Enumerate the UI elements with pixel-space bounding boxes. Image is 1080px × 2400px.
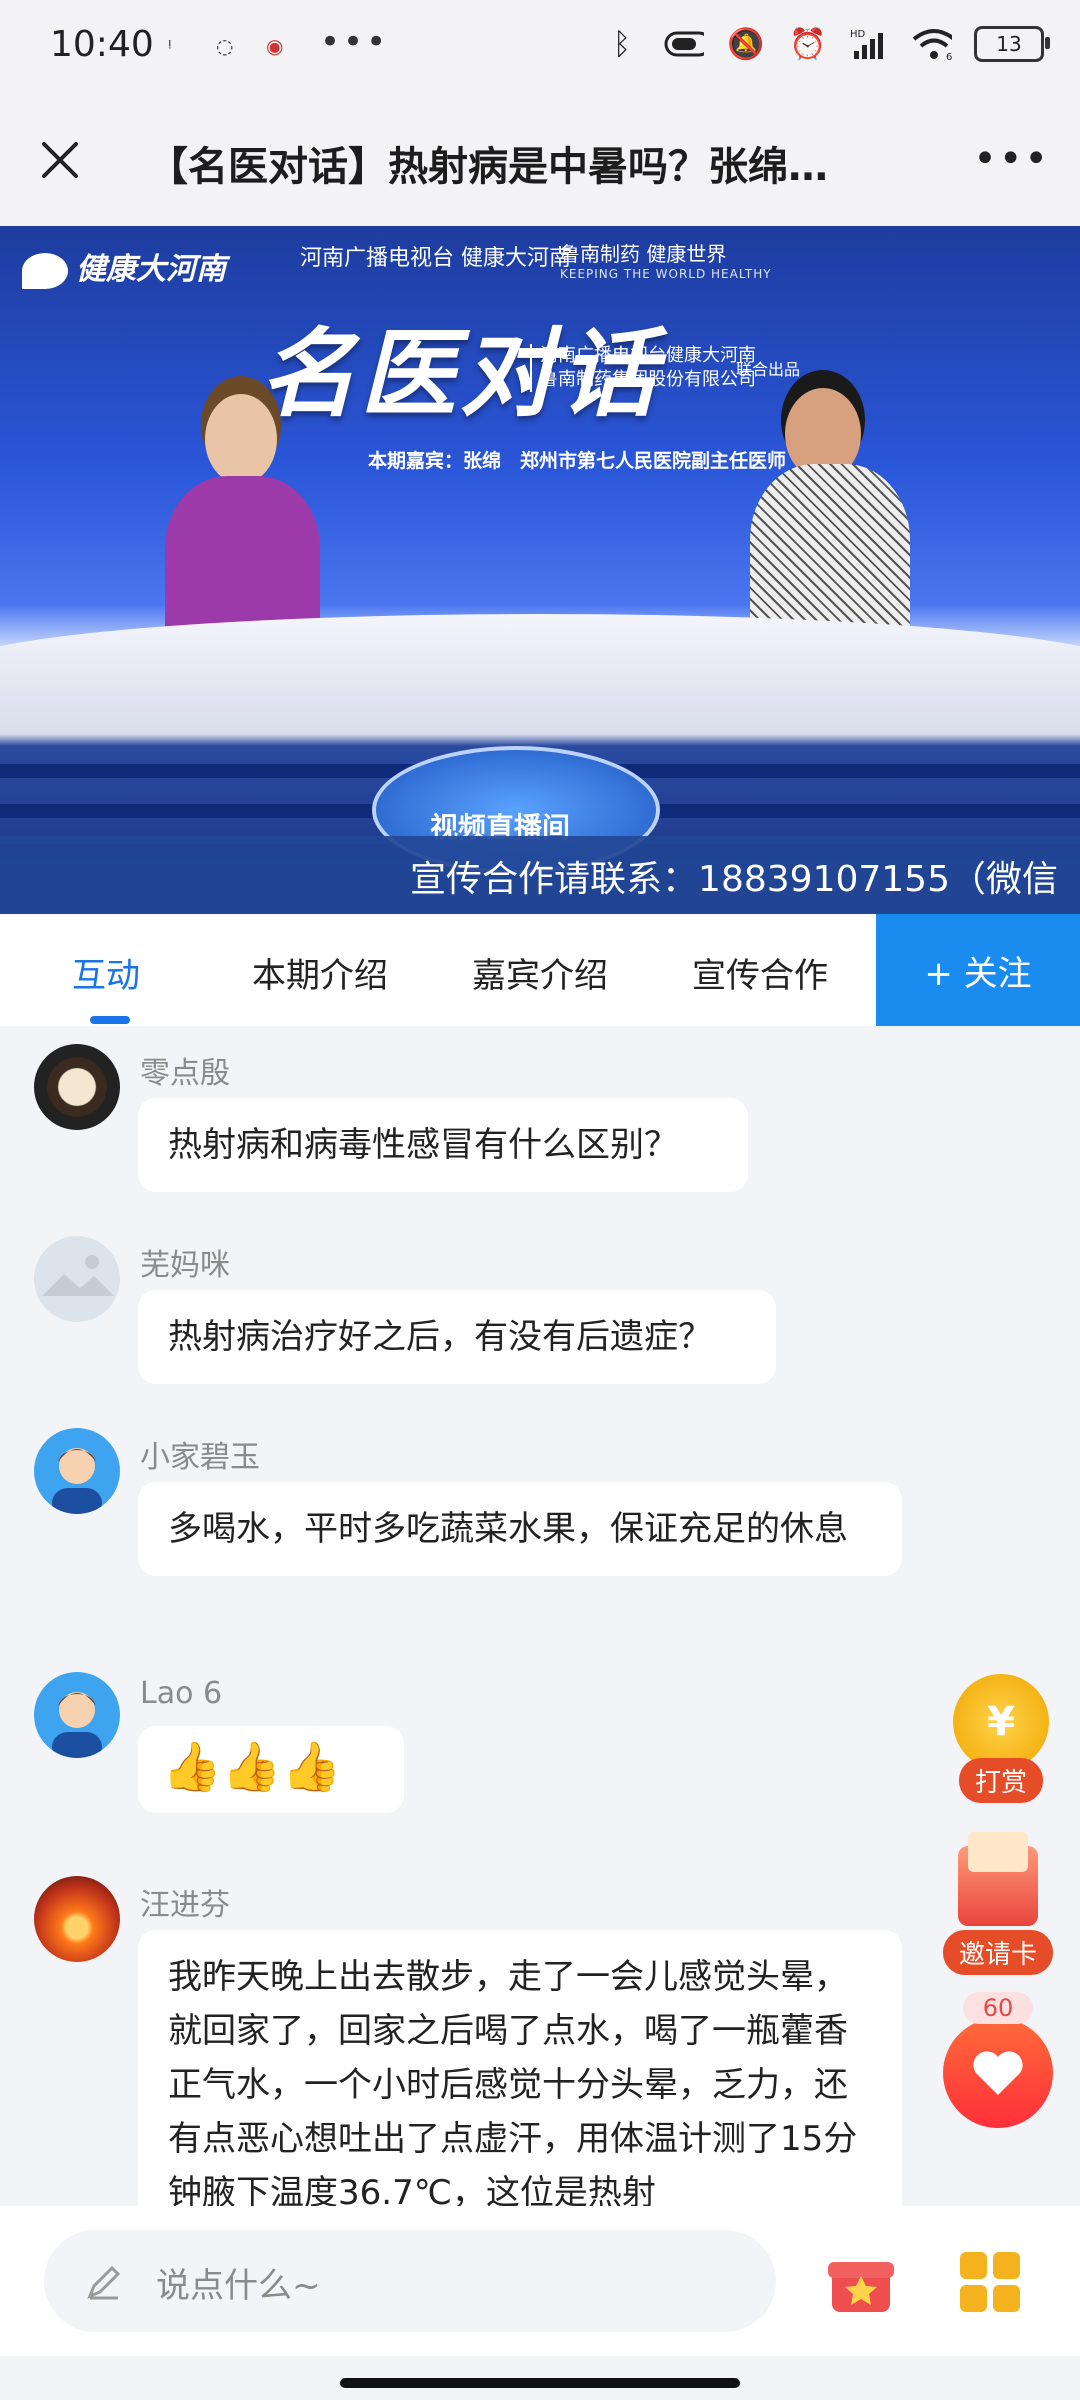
more-notifications-icon: •••: [320, 22, 390, 62]
default-avatar-icon: [42, 1255, 114, 1296]
tab-interaction[interactable]: 互动: [72, 948, 140, 997]
coin-icon: ¥: [953, 1674, 1049, 1770]
tab-promotion[interactable]: 宣传合作: [692, 948, 828, 997]
close-icon: [42, 142, 78, 178]
avatar[interactable]: [34, 1044, 120, 1130]
signal-icon: HD: [850, 24, 890, 64]
gift-button[interactable]: [826, 2248, 896, 2316]
grid-icon-cell: [960, 2252, 987, 2279]
username: 芜妈咪: [140, 1248, 230, 1283]
heart-icon: [973, 2051, 1023, 2095]
tab-active-indicator: [90, 1016, 130, 1024]
sync-icon: ◌: [216, 34, 234, 58]
avatar[interactable]: [34, 1428, 120, 1514]
gift-icon: [828, 2262, 894, 2312]
producers-text: 河南广播电视台健康大河南 鲁南制药集团股份有限公司: [530, 344, 756, 392]
invite-label: 邀请卡: [942, 1930, 1053, 1975]
message-bubble: 热射病和病毒性感冒有什么区别？: [138, 1098, 748, 1192]
notification-icon: ᵎ: [168, 34, 172, 58]
video-ticker: 宣传合作请联系：18839107155（微信: [0, 836, 1080, 914]
username: 汪进芬: [140, 1888, 230, 1923]
envelope-icon: [958, 1832, 1038, 1926]
grid-icon-cell: [960, 2285, 987, 2312]
status-bar: 10:40 ᵎ ◌ ◉ ••• ᛒ 🔕 ⏰ HD 6 13: [0, 0, 1080, 98]
wifi-icon: 6: [912, 24, 952, 64]
grid-icon-cell: [993, 2252, 1020, 2279]
tab-bar: 互动 本期介绍 嘉宾介绍 宣传合作 + 关注: [0, 914, 1080, 1026]
close-button[interactable]: [28, 128, 92, 192]
username: 小家碧玉: [140, 1440, 260, 1475]
comment-input[interactable]: 说点什么~: [44, 2230, 776, 2332]
tab-episode-intro[interactable]: 本期介绍: [252, 948, 388, 997]
guest-caption: 本期嘉宾：张绵 郑州市第七人民医院副主任医师: [368, 450, 787, 472]
comment-placeholder: 说点什么~: [156, 2266, 321, 2306]
user-avatar-icon: [52, 1692, 102, 1758]
logo-henan-broadcast: 河南广播电视台 健康大河南: [300, 246, 571, 271]
alarm-icon: ⏰: [789, 26, 827, 62]
username: Lao 6: [140, 1676, 223, 1711]
status-time: 10:40: [50, 24, 154, 65]
app-notification-icon: ◉: [266, 34, 284, 58]
avatar[interactable]: [34, 1236, 120, 1322]
like-button[interactable]: 60: [940, 1992, 1056, 2128]
message-bubble: 👍👍👍: [138, 1726, 404, 1813]
reward-label: 打赏: [958, 1758, 1043, 1803]
logo-jiankang-dahenan: 健康大河南: [22, 244, 226, 289]
reward-button[interactable]: ¥ 打赏: [946, 1674, 1056, 1803]
avatar[interactable]: [34, 1672, 120, 1758]
tab-guest-intro[interactable]: 嘉宾介绍: [472, 948, 608, 997]
logo-lunan-pharma: 鲁南制药 健康世界 KEEPING THE WORLD HEALTHY: [560, 242, 772, 281]
ticker-text: 宣传合作请联系：18839107155（微信: [410, 859, 1058, 900]
username: 零点殷: [140, 1056, 230, 1091]
more-features-button[interactable]: [960, 2252, 1020, 2312]
svg-text:6: 6: [946, 52, 952, 61]
input-bar: 说点什么~: [0, 2206, 1080, 2356]
follow-button[interactable]: + 关注: [876, 914, 1080, 1026]
producers-tag: 联合出品: [736, 360, 801, 379]
page-title: 【名医对话】热射病是中暑吗？张绵…: [148, 144, 828, 190]
toggle-icon: [664, 24, 704, 64]
thumbs-up-emoji: 👍👍👍: [162, 1739, 342, 1795]
more-options-button[interactable]: •••: [973, 136, 1050, 182]
edit-icon: [87, 2265, 121, 2300]
message-bubble: 我昨天晚上出去散步，走了一会儿感觉头晕，就回家了，回家之后喝了点水，喝了一瓶藿香…: [138, 1930, 902, 2206]
message-bubble: 多喝水，平时多吃蔬菜水果，保证充足的休息: [138, 1482, 902, 1576]
top-nav: 【名医对话】热射病是中暑吗？张绵… •••: [0, 98, 1080, 226]
chat-list[interactable]: 零点殷 热射病和病毒性感冒有什么区别？ 芜妈咪 热射病治疗好之后，有没有后遗症？…: [0, 1026, 1080, 2206]
home-indicator: [340, 2378, 740, 2388]
svg-text:HD: HD: [850, 29, 866, 40]
host-figure-head: [205, 394, 277, 484]
grid-icon-cell: [993, 2285, 1020, 2312]
user-avatar-icon: [52, 1448, 102, 1514]
invite-card-button[interactable]: 邀请卡: [940, 1832, 1056, 1975]
like-count: 60: [962, 1992, 1034, 2024]
message-bubble: 热射病治疗好之后，有没有后遗症？: [138, 1290, 776, 1384]
battery-indicator: 13: [974, 26, 1050, 62]
bluetooth-icon: ᛒ: [613, 26, 631, 62]
avatar[interactable]: [34, 1876, 120, 1962]
video-player[interactable]: 健康大河南 河南广播电视台 健康大河南 鲁南制药 健康世界 KEEPING THE…: [0, 226, 1080, 914]
mute-bell-icon: 🔕: [727, 26, 765, 62]
